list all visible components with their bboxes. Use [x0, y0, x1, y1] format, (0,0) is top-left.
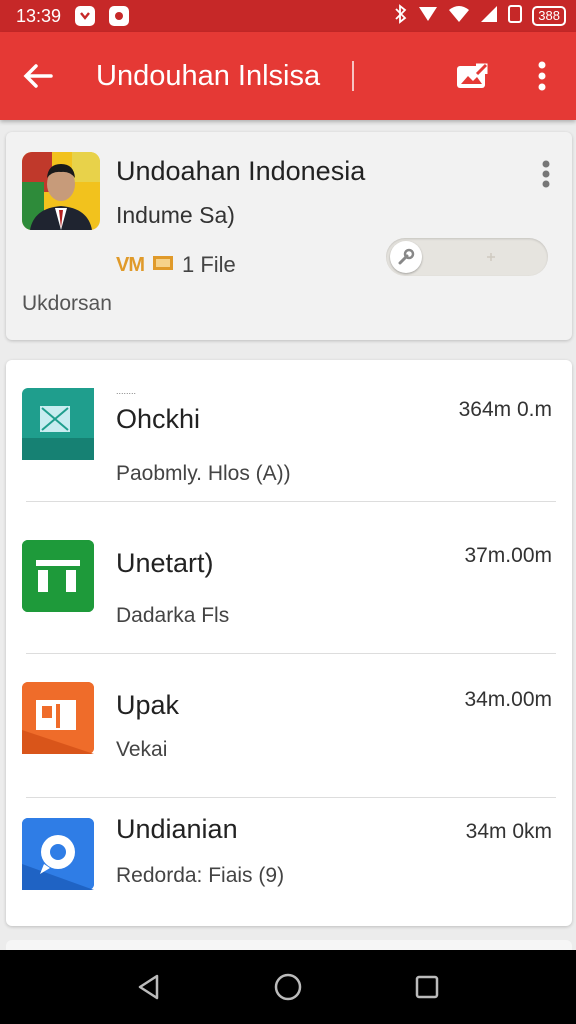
slides-icon: [22, 682, 94, 754]
navigation-bar: [0, 950, 576, 1024]
share-button[interactable]: [454, 58, 490, 94]
list-item[interactable]: ........ Ohckhi Paobmly. Hlos (A)) 364m …: [6, 360, 572, 502]
cell-signal-icon: [480, 5, 498, 28]
item-title: Unetart): [116, 548, 214, 578]
list-item[interactable]: Undianian Redorda: Fiais (9) 34m 0km: [6, 792, 572, 934]
signal-icon: [418, 5, 438, 28]
header-more-button[interactable]: [540, 160, 552, 188]
arrow-back-icon: [23, 64, 53, 88]
bluetooth-icon: [394, 3, 408, 29]
app-bar: Undouhan Inlsisa: [0, 32, 576, 120]
image-file-icon: [22, 388, 94, 460]
sheets-icon: [22, 540, 94, 612]
next-card-edge: [6, 940, 572, 950]
item-small-label: ........: [116, 386, 137, 396]
nav-home-button[interactable]: [268, 967, 308, 1007]
download-toggle[interactable]: [386, 238, 548, 276]
file-count: 1 File: [182, 252, 236, 277]
notification-icon: [75, 6, 96, 26]
sim-icon: [508, 4, 523, 28]
item-title: Upak: [116, 690, 180, 720]
share-image-icon: [457, 63, 488, 88]
location-icon: [22, 818, 94, 890]
item-title: Ohckhi: [116, 404, 201, 434]
header-title: Undoahan Indonesia: [116, 156, 366, 186]
back-button[interactable]: [20, 58, 56, 94]
status-time: 13:39: [16, 5, 62, 26]
battery-indicator: 388: [532, 6, 566, 26]
file-badge: VM: [116, 253, 145, 276]
wrench-icon: [398, 248, 415, 265]
toggle-mark-icon: [487, 253, 495, 261]
item-title: Undianian: [116, 814, 238, 844]
item-size: 364m 0.m: [458, 398, 552, 421]
item-size: 37m.00m: [464, 544, 552, 567]
header-subtitle: Indume Sa): [116, 202, 235, 228]
folder-icon: [152, 254, 174, 277]
more-vert-icon: [538, 61, 546, 91]
header-meta: Ukdorsan: [22, 292, 112, 315]
file-list: ........ Ohckhi Paobmly. Hlos (A)) 364m …: [6, 360, 572, 926]
list-item[interactable]: Unetart) Dadarka Fls 37m.00m: [6, 512, 572, 654]
item-subtitle: Dadarka Fls: [116, 604, 230, 627]
file-info-row: VM 1 File: [116, 252, 236, 278]
item-subtitle: Vekai: [116, 738, 168, 761]
status-bar: 13:39 388: [0, 0, 576, 32]
more-vert-icon: [542, 160, 550, 188]
divider: [26, 653, 556, 654]
wifi-icon: [448, 5, 470, 28]
list-item[interactable]: Upak Vekai 34m.00m: [6, 656, 572, 798]
app-title: Undouhan Inlsisa: [96, 59, 321, 92]
square-recents-icon: [415, 975, 438, 999]
nav-back-button[interactable]: [129, 967, 169, 1007]
app-notification-icon: [109, 6, 130, 26]
triangle-back-icon: [139, 974, 159, 1000]
item-size: 34m.00m: [464, 688, 552, 711]
title-separator: [352, 61, 355, 91]
circle-home-icon: [274, 973, 302, 1001]
more-options-button[interactable]: [524, 58, 560, 94]
item-subtitle: Paobmly. Hlos (A)): [116, 462, 291, 485]
avatar: [22, 152, 100, 230]
divider: [26, 501, 556, 502]
toggle-knob[interactable]: [390, 241, 422, 273]
nav-recents-button[interactable]: [407, 967, 447, 1007]
download-summary-card: Undoahan Indonesia Indume Sa) VM 1 File …: [6, 132, 572, 340]
item-size: 34m 0km: [465, 820, 552, 843]
item-subtitle: Redorda: Fiais (9): [116, 864, 285, 887]
